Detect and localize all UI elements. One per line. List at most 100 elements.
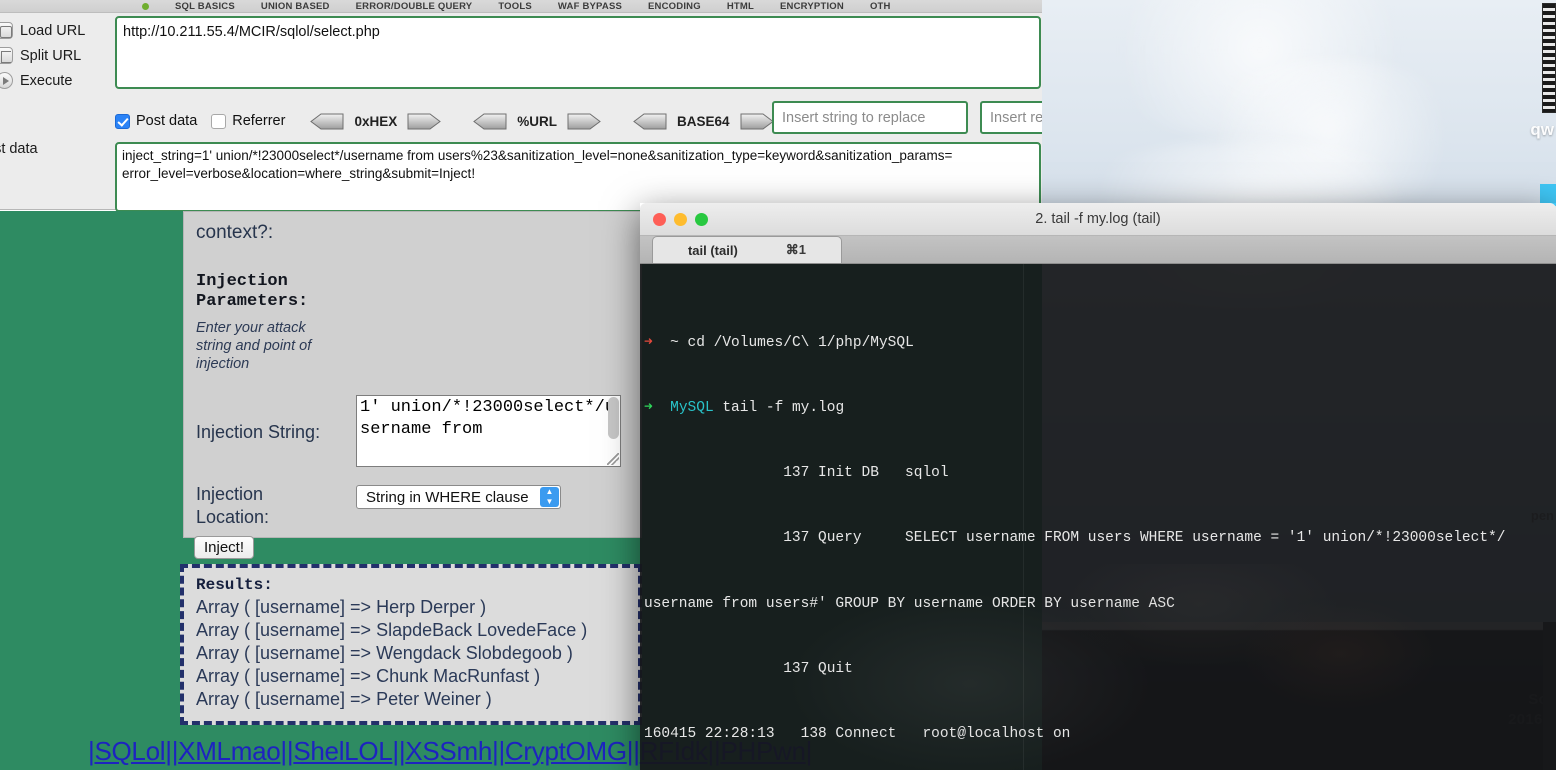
- post-data-row-label: ost data: [0, 141, 38, 157]
- footer-link-shellol[interactable]: ShelLOL: [293, 736, 392, 766]
- hackbar-tab-tools[interactable]: TOOLS: [498, 1, 532, 12]
- encoder-label-url: %URL: [517, 113, 557, 129]
- referrer-checkbox[interactable]: [211, 113, 227, 129]
- split-url-button[interactable]: Split URL: [0, 43, 112, 68]
- execute-label: Execute: [20, 72, 73, 89]
- chevron-updown-icon[interactable]: ▲ ▼: [540, 487, 559, 508]
- url-input[interactable]: http://10.211.55.4/MCIR/sqlol/select.php: [115, 16, 1041, 89]
- terminal-title-text: 2. tail -f my.log (tail): [1035, 211, 1161, 227]
- terminal-prompt-line: ➜ MySQL tail -f my.log: [644, 398, 1556, 420]
- terminal-prompt-line: ➜ ~ cd /Volumes/C\ 1/php/MySQL: [644, 333, 1556, 355]
- post-data-textarea[interactable]: inject_string=1' union/*!23000select*/us…: [115, 142, 1041, 212]
- terminal-titlebar[interactable]: 2. tail -f my.log (tail): [640, 203, 1556, 236]
- terminal-prompt-path: ~: [670, 335, 679, 352]
- split-url-label: Split URL: [20, 47, 82, 64]
- hackbar-tab-error-double-query[interactable]: ERROR/DOUBLE QUERY: [356, 1, 473, 12]
- results-row: Array ( [username] => Peter Weiner ): [196, 689, 492, 710]
- injection-parameters-hint: Enter your attack string and point of in…: [196, 319, 312, 373]
- hackbar-tab-encoding[interactable]: ENCODING: [648, 1, 701, 12]
- wallpaper-watermark-qw: qw: [1530, 120, 1554, 139]
- encoder-label-hex: 0xHEX: [354, 113, 398, 129]
- results-row: Array ( [username] => Wengdack Slobdegoo…: [196, 643, 573, 664]
- hackbar-action-column: Load URL Split URL Execute ost data: [0, 13, 112, 209]
- terminal-log-line: 160415 22:28:13 138 Connect root@localho…: [644, 725, 1071, 742]
- encoder-group-hex: 0xHEX: [309, 112, 442, 131]
- footer-link-cryptomg[interactable]: CryptOMG: [505, 736, 627, 766]
- post-data-line-1: inject_string=1' union/*!23000select*/us…: [122, 148, 953, 163]
- execute-button[interactable]: Execute: [0, 68, 112, 93]
- results-box: Results: Array ( [username] => Herp Derp…: [180, 564, 642, 725]
- post-data-line-2: error_level=verbose&location=where_strin…: [122, 165, 476, 181]
- hackbar-panel: SQL BASICS UNION BASED ERROR/DOUBLE QUER…: [0, 0, 1042, 212]
- encode-arrow-right-icon[interactable]: [566, 112, 602, 131]
- footer-link-xssmh[interactable]: XSSmh: [405, 736, 492, 766]
- results-row: Array ( [username] => SlapdeBack LovedeF…: [196, 620, 588, 641]
- replace-from-input[interactable]: Insert string to replace: [772, 101, 968, 134]
- encoder-group-url: %URL: [472, 112, 602, 131]
- results-row: Array ( [username] => Chunk MacRunfast ): [196, 666, 541, 687]
- hackbar-options-row: Post data Referrer 0xHEX %URL BASE64: [115, 105, 775, 137]
- hackbar-tab-waf-bypass[interactable]: WAF BYPASS: [558, 1, 622, 12]
- injection-string-value: 1' union/*!23000select*/username from: [360, 398, 616, 439]
- split-url-icon: [0, 47, 13, 64]
- terminal-output[interactable]: ➜ ~ cd /Volumes/C\ 1/php/MySQL ➜ MySQL t…: [640, 264, 1556, 770]
- hackbar-tab-sql-basics[interactable]: SQL BASICS: [175, 1, 235, 12]
- injection-location-row: Injection Location: String in WHERE clau…: [196, 483, 629, 528]
- load-url-button[interactable]: Load URL: [0, 18, 112, 43]
- decode-arrow-left-icon[interactable]: [632, 112, 668, 131]
- terminal-window: 2. tail -f my.log (tail) tail (tail) ⌘1 …: [640, 203, 1556, 770]
- terminal-translucency-seam: [1023, 264, 1024, 770]
- injection-location-label-line2: Location:: [196, 506, 270, 527]
- resize-grip-icon[interactable]: [607, 453, 619, 466]
- terminal-tab-tail[interactable]: tail (tail) ⌘1: [652, 236, 842, 263]
- referrer-checkbox-label: Referrer: [232, 113, 286, 129]
- injection-parameters-panel: context?: Injection Parameters: Enter yo…: [183, 211, 642, 560]
- status-dot-icon: [142, 2, 149, 10]
- replace-to-input[interactable]: Insert re: [980, 101, 1042, 134]
- encoder-label-base64: BASE64: [676, 113, 730, 129]
- terminal-prompt-command: cd /Volumes/C\ 1/php/MySQL: [687, 335, 914, 352]
- load-url-label: Load URL: [20, 22, 86, 39]
- hackbar-tab-strip[interactable]: SQL BASICS UNION BASED ERROR/DOUBLE QUER…: [0, 0, 1042, 13]
- replace-from-placeholder: Insert string to replace: [782, 109, 926, 126]
- injection-string-label: Injection String:: [196, 422, 321, 443]
- prompt-arrow-icon: ➜: [644, 335, 653, 352]
- terminal-log-line: 137 Query SELECT username FROM users WHE…: [644, 530, 1506, 547]
- terminal-tab-label: tail (tail): [687, 242, 738, 258]
- footer-link-xmlmao[interactable]: XMLmao: [178, 736, 281, 766]
- injection-string-row: Injection String: 1' union/*!23000select…: [196, 395, 629, 468]
- hackbar-tab-other[interactable]: OTH: [870, 1, 891, 12]
- terminal-prompt-command: tail -f my.log: [722, 400, 845, 417]
- encode-arrow-right-icon[interactable]: [739, 112, 775, 131]
- inject-button[interactable]: Inject!: [194, 536, 255, 560]
- injection-parameters-heading-line2: Parameters:: [196, 292, 309, 312]
- post-data-checkbox-label: Post data: [136, 113, 198, 129]
- encode-arrow-right-icon[interactable]: [406, 112, 442, 131]
- injection-location-label: Injection Location:: [196, 483, 356, 528]
- execute-icon: [0, 72, 13, 89]
- terminal-log-line: username from users#' GROUP BY username …: [644, 595, 1175, 612]
- background-window-sliver[interactable]: [1542, 3, 1556, 113]
- terminal-tab-strip: tail (tail) ⌘1: [640, 236, 1556, 264]
- hackbar-tab-html[interactable]: HTML: [727, 1, 754, 12]
- injection-parameters-heading: Injection Parameters:: [196, 272, 629, 313]
- load-url-icon: [0, 22, 13, 39]
- terminal-log-line: 137 Init DB sqlol: [644, 465, 949, 482]
- results-row: Array ( [username] => Herp Derper ): [196, 597, 487, 617]
- injection-location-value: String in WHERE clause: [366, 488, 529, 506]
- terminal-prompt-path: MySQL: [670, 400, 714, 417]
- replace-to-placeholder: Insert re: [990, 109, 1042, 126]
- hackbar-tab-union-based[interactable]: UNION BASED: [261, 1, 330, 12]
- footer-link-sqlol[interactable]: SQLol: [94, 736, 165, 766]
- injection-string-textarea[interactable]: 1' union/*!23000select*/username from: [356, 395, 621, 468]
- textarea-scrollbar[interactable]: [608, 397, 619, 440]
- decode-arrow-left-icon[interactable]: [309, 112, 345, 131]
- results-title: Results:: [196, 576, 273, 594]
- terminal-log-line: 137 Quit: [644, 660, 853, 677]
- context-question: context?:: [196, 222, 274, 243]
- terminal-tab-shortcut: ⌘1: [785, 242, 807, 257]
- post-data-checkbox[interactable]: [115, 113, 130, 129]
- injection-location-select[interactable]: String in WHERE clause ▲ ▼: [356, 485, 561, 510]
- hackbar-tab-encryption[interactable]: ENCRYPTION: [780, 1, 844, 12]
- decode-arrow-left-icon[interactable]: [472, 112, 508, 131]
